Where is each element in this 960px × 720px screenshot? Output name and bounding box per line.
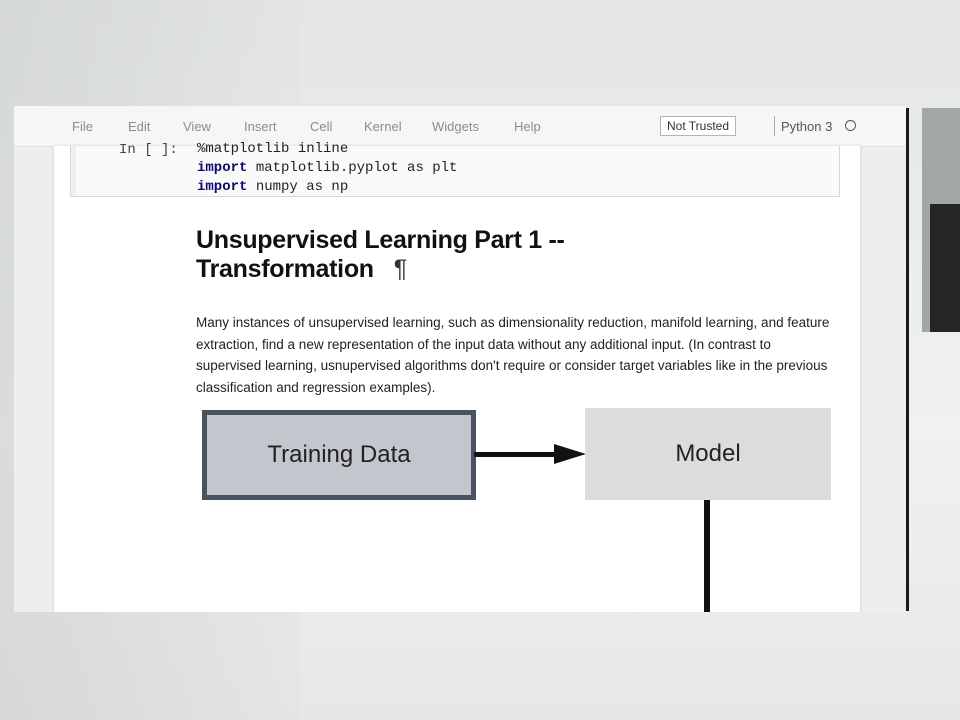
code-line: %matplotlib inline	[197, 140, 457, 159]
arrow-shaft	[474, 452, 556, 457]
kernel-name: Python 3	[781, 119, 833, 134]
kernel-status-icon	[845, 120, 856, 131]
menu-insert[interactable]: Insert	[244, 119, 310, 134]
code-text: matplotlib.pyplot as plt	[247, 160, 458, 176]
kernel-divider	[774, 116, 775, 136]
cell-stripe	[71, 146, 76, 196]
code-text: numpy as np	[247, 179, 349, 195]
code-line: import matplotlib.pyplot as plt	[197, 159, 457, 178]
code-cell[interactable]: In [ ]: %matplotlib inline import matplot…	[70, 141, 840, 197]
menu-widgets[interactable]: Widgets	[432, 119, 514, 134]
code-keyword: import	[197, 160, 248, 176]
menu-view[interactable]: View	[183, 119, 244, 134]
menu-help[interactable]: Help	[514, 119, 554, 134]
heading-anchor-link[interactable]: ¶	[394, 255, 407, 283]
menu-edit[interactable]: Edit	[128, 119, 183, 134]
menubar: File Edit View Insert Cell Kernel Widget…	[14, 106, 906, 147]
down-connector-line	[704, 500, 710, 612]
intro-paragraph: Many instances of unsupervised learning,…	[196, 315, 830, 395]
screen-right-edge	[906, 108, 909, 611]
adjacent-window	[922, 108, 960, 332]
cell-prompt: In [ ]:	[119, 142, 178, 158]
code-line: import numpy as np	[197, 178, 457, 197]
code-text: %matplotlib inline	[197, 141, 349, 157]
heading-line-2: Transformation	[196, 255, 374, 283]
code-editor[interactable]: %matplotlib inline import matplotlib.pypl…	[197, 140, 457, 197]
model-box: Model	[585, 408, 831, 500]
menu-kernel[interactable]: Kernel	[364, 119, 432, 134]
not-trusted-badge[interactable]: Not Trusted	[660, 116, 737, 136]
notebook-container: In [ ]: %matplotlib inline import matplot…	[54, 141, 860, 612]
menu-items: File Edit View Insert Cell Kernel Widget…	[72, 119, 554, 134]
adjacent-window-dark-area	[930, 204, 960, 332]
menu-cell[interactable]: Cell	[310, 119, 364, 134]
menu-file[interactable]: File	[72, 119, 128, 134]
heading-line-1: Unsupervised Learning Part 1 --	[196, 226, 565, 254]
code-keyword: import	[197, 179, 248, 195]
training-data-box: Training Data	[202, 410, 476, 500]
model-label: Model	[675, 440, 741, 467]
training-data-label: Training Data	[267, 441, 411, 468]
section-heading: Unsupervised Learning Part 1 -- Transfor…	[196, 226, 716, 284]
jupyter-window: File Edit View Insert Cell Kernel Widget…	[14, 106, 906, 612]
arrow-head-icon	[554, 444, 586, 464]
